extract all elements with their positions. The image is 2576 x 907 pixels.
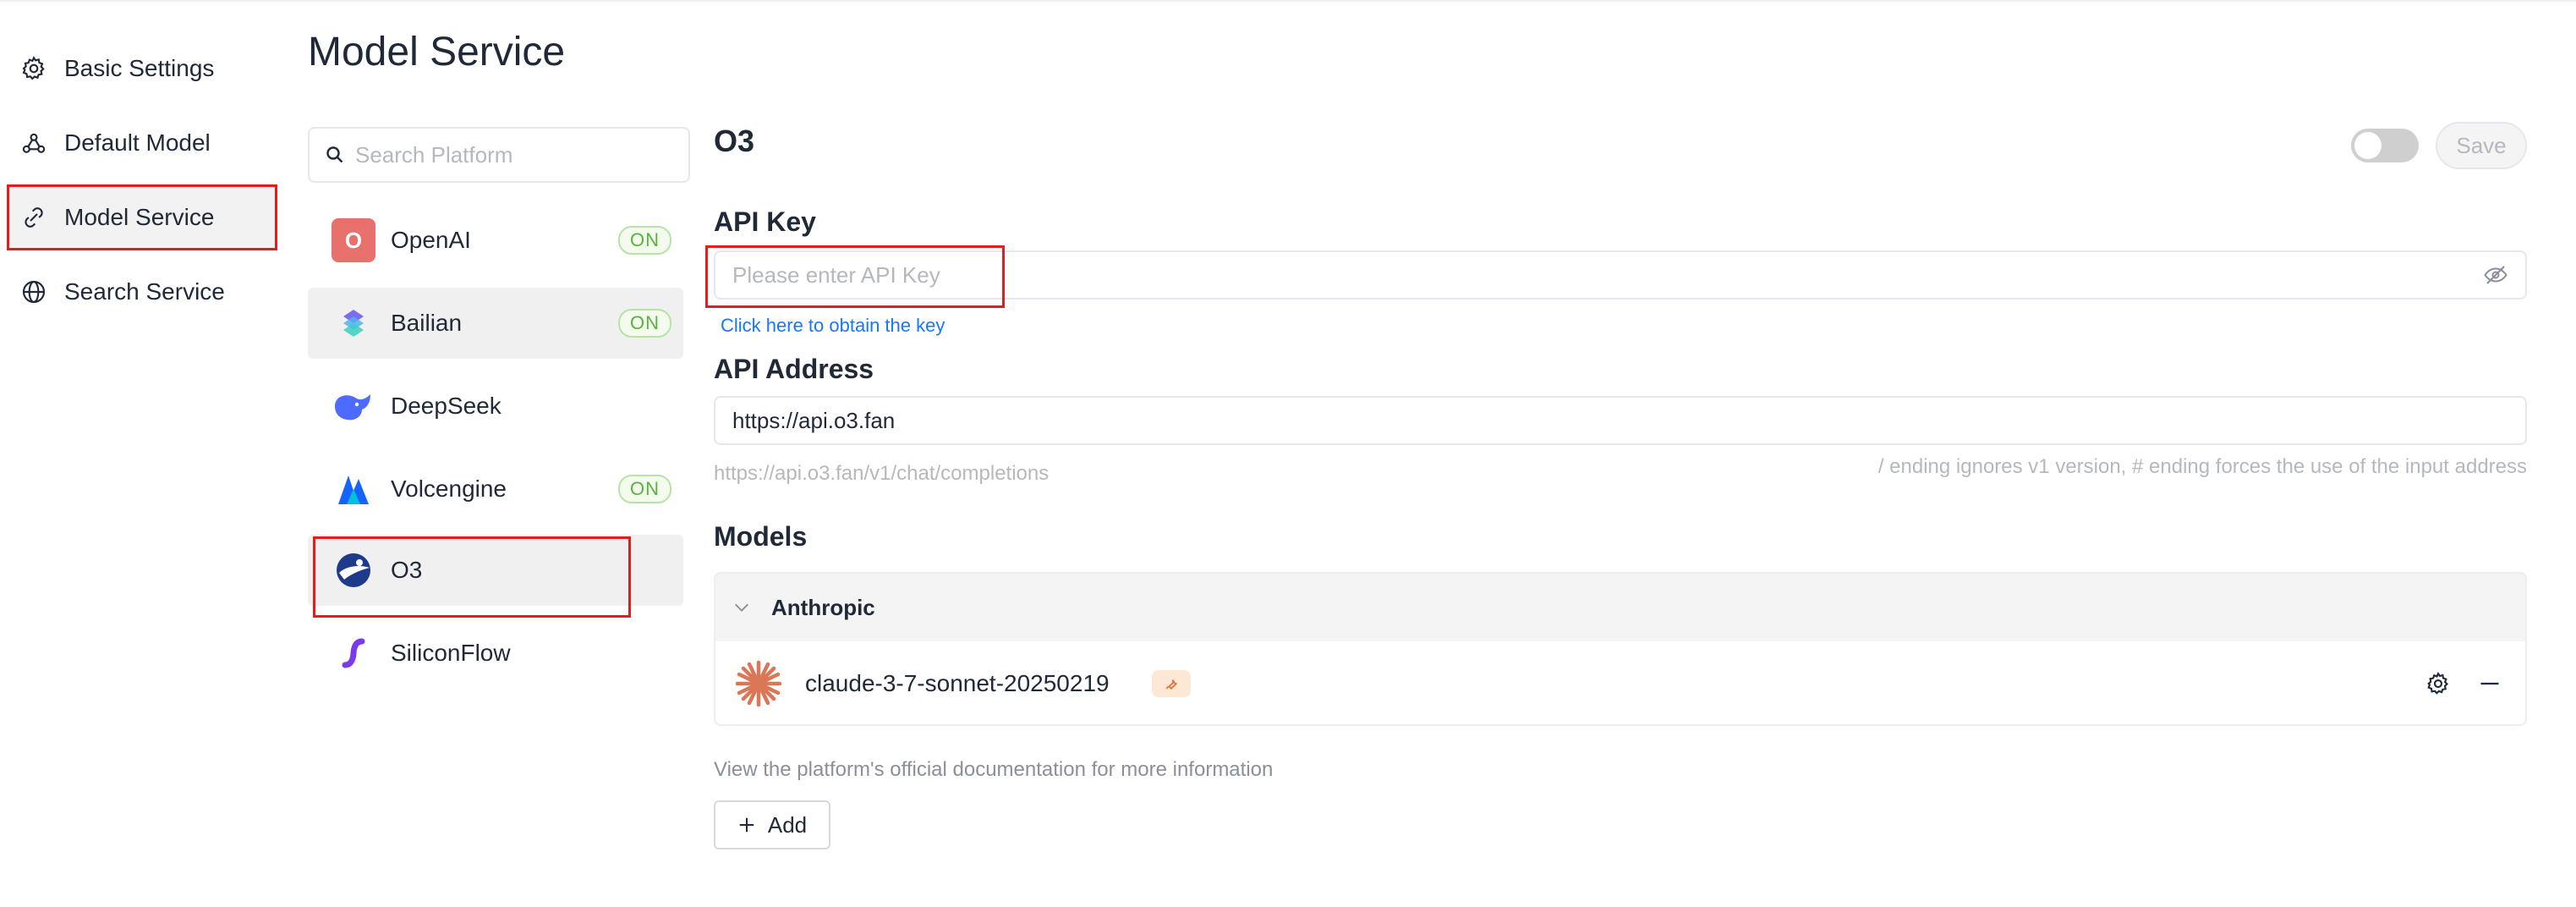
eye-off-icon[interactable]	[2483, 262, 2508, 288]
provider-item-siliconflow[interactable]: SiliconFlow	[308, 618, 683, 689]
add-model-button[interactable]: Add	[714, 800, 830, 849]
api-address-preview: https://api.o3.fan/v1/chat/completions	[714, 462, 1050, 485]
page-title: Model Service	[308, 30, 566, 74]
nav-label: Search Service	[64, 278, 225, 305]
deepseek-whale-icon	[332, 384, 375, 428]
save-button[interactable]: Save	[2436, 122, 2527, 169]
provider-name: Volcengine	[391, 475, 507, 502]
provider-title: O3	[714, 124, 755, 158]
highlight-box-o3	[313, 536, 631, 618]
model-row: claude-3-7-sonnet-20250219	[715, 641, 2525, 724]
plus-icon	[739, 817, 754, 833]
nav-item-search-service[interactable]: Search Service	[7, 259, 276, 325]
gear-icon[interactable]	[2425, 671, 2451, 696]
gear-icon	[22, 56, 45, 80]
chevron-down-icon[interactable]	[732, 598, 751, 617]
provider-name: Bailian	[391, 310, 463, 336]
provider-item-bailian[interactable]: Bailian ON	[308, 288, 683, 359]
documentation-note: View the platform's official documentati…	[714, 758, 1274, 781]
nav-item-default-model[interactable]: Default Model	[7, 110, 276, 176]
globe-icon	[22, 280, 46, 304]
nav-label: Basic Settings	[64, 55, 215, 81]
enable-toggle[interactable]	[2351, 129, 2419, 162]
api-key-label: API Key	[714, 206, 816, 237]
models-list: Anthropic claude-3-7-sonnet-20250219	[714, 572, 2527, 726]
api-address-field[interactable]	[714, 396, 2527, 445]
search-platform-box[interactable]	[308, 127, 690, 183]
tool-use-tag	[1151, 670, 1191, 697]
add-label: Add	[767, 811, 808, 838]
top-divider	[0, 0, 2576, 2]
model-group-anthropic[interactable]: Anthropic	[715, 574, 2525, 641]
model-nodes-icon	[22, 133, 46, 153]
model-name: claude-3-7-sonnet-20250219	[805, 670, 1110, 696]
wrench-icon	[1165, 679, 1177, 690]
search-input[interactable]	[355, 141, 677, 168]
api-address-label: API Address	[714, 354, 874, 384]
claude-logo-icon	[735, 660, 782, 707]
openai-logo-icon: O	[332, 218, 375, 262]
model-group-name: Anthropic	[771, 594, 875, 620]
highlight-box-model-service	[7, 184, 277, 250]
obtain-key-link[interactable]: Click here to obtain the key	[721, 315, 945, 337]
provider-name: DeepSeek	[391, 393, 501, 419]
highlight-box-api-key	[705, 245, 1005, 308]
status-badge: ON	[618, 226, 671, 255]
api-address-hint: / ending ignores v1 version, # ending fo…	[1877, 455, 2527, 478]
provider-item-openai[interactable]: O OpenAI ON	[308, 205, 683, 276]
models-label: Models	[714, 521, 808, 552]
provider-name: SiliconFlow	[391, 640, 511, 666]
nav-item-basic-settings[interactable]: Basic Settings	[7, 36, 276, 102]
openai-logo-letter: O	[332, 218, 375, 262]
nav-label: Default Model	[64, 129, 211, 156]
status-badge: ON	[618, 309, 671, 338]
volcengine-logo-icon	[332, 467, 375, 511]
search-icon	[326, 146, 343, 163]
provider-item-deepseek[interactable]: DeepSeek	[308, 371, 683, 442]
provider-item-volcengine[interactable]: Volcengine ON	[308, 454, 683, 525]
siliconflow-logo-icon	[332, 631, 375, 675]
status-badge: ON	[618, 475, 671, 503]
remove-icon[interactable]	[2478, 672, 2502, 695]
api-address-input[interactable]	[732, 407, 2508, 434]
bailian-logo-icon	[332, 301, 375, 345]
provider-name: OpenAI	[391, 227, 471, 253]
